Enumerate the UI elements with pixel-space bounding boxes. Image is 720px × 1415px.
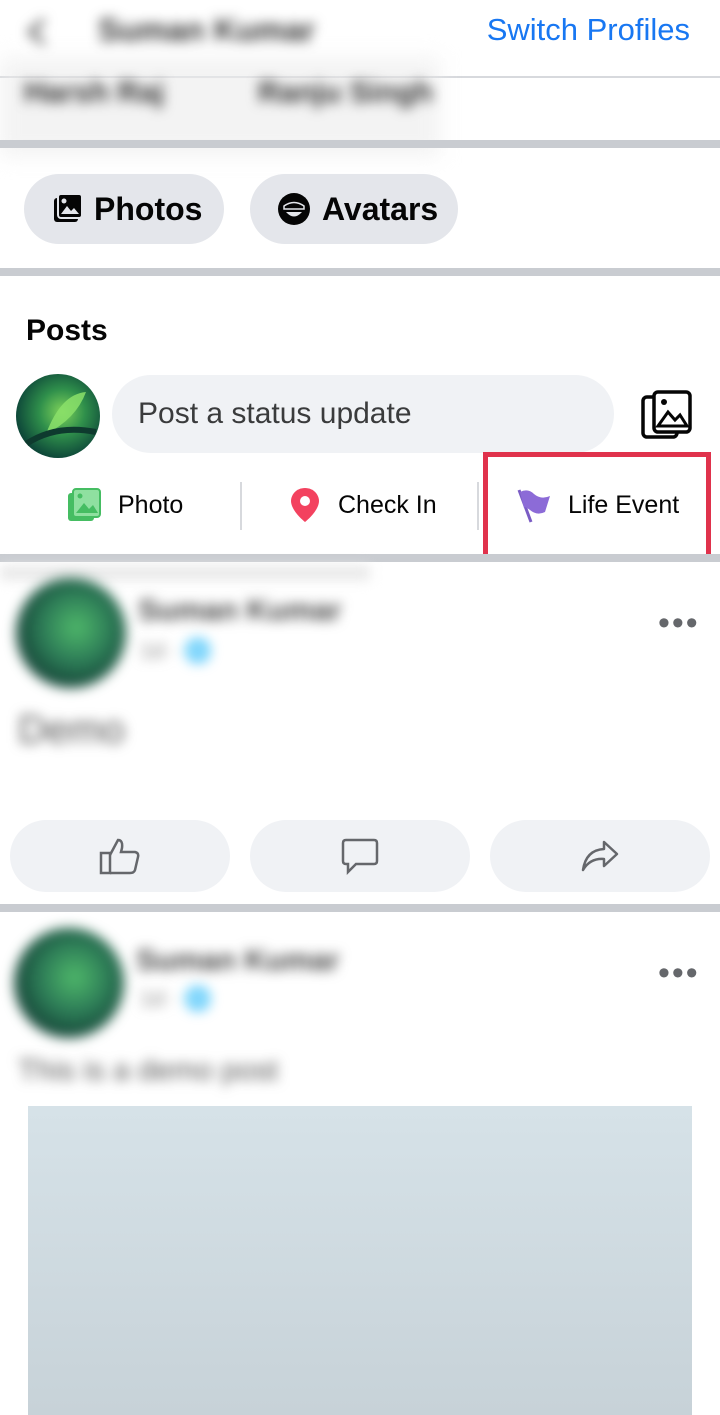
post-author-avatar[interactable]	[14, 928, 124, 1038]
post-author-avatar[interactable]	[16, 578, 126, 688]
post-meta: 1d · 🌐	[140, 638, 212, 663]
section-divider	[0, 554, 720, 562]
switch-profiles-link[interactable]: Switch Profiles	[487, 12, 690, 48]
photo-action-label: Photo	[118, 490, 184, 519]
section-divider	[0, 268, 720, 276]
check-in-action[interactable]: Check In	[288, 480, 437, 530]
more-options-icon[interactable]: •••	[658, 954, 700, 993]
avatars-chip-label: Avatars	[322, 190, 439, 227]
section-divider	[0, 904, 720, 912]
post-text: Demo	[18, 708, 125, 752]
gallery-icon[interactable]	[640, 388, 694, 442]
avatars-chip[interactable]: Avatars	[250, 174, 458, 244]
check-in-label: Check In	[338, 490, 437, 519]
like-button[interactable]	[10, 820, 230, 892]
comment-icon	[341, 838, 379, 876]
photos-chip-label: Photos	[94, 190, 203, 227]
share-button[interactable]	[490, 820, 710, 892]
post-author-name[interactable]: Suman Kumar	[136, 944, 339, 978]
avatar-face-icon	[278, 193, 310, 225]
action-separator	[477, 482, 479, 530]
share-icon	[581, 840, 619, 872]
highlight-box	[483, 452, 711, 560]
comment-button[interactable]	[250, 820, 470, 892]
user-avatar[interactable]	[16, 374, 100, 458]
post-author-name[interactable]: Suman Kumar	[138, 594, 341, 628]
action-separator	[240, 482, 242, 530]
post-text: This is a demo post	[18, 1054, 279, 1087]
friend-name-1[interactable]: Harsh Raj	[24, 76, 164, 110]
post-meta: 1d · 🌐	[140, 986, 212, 1011]
profile-name: Suman Kumar	[98, 12, 315, 48]
back-arrow-icon[interactable]	[18, 12, 58, 52]
posts-heading: Posts	[26, 314, 108, 347]
more-options-icon[interactable]: •••	[658, 604, 700, 643]
post-image[interactable]	[28, 1106, 692, 1415]
photo-action[interactable]: Photo	[66, 480, 183, 530]
friend-name-2[interactable]: Ranju Singh	[258, 76, 433, 110]
thumbs-up-icon	[99, 838, 140, 875]
location-pin-icon	[291, 488, 319, 522]
section-divider	[0, 140, 720, 148]
photos-icon	[54, 193, 83, 222]
status-update-input[interactable]: Post a status update	[112, 375, 614, 453]
blur-band	[0, 566, 370, 580]
photo-icon	[68, 488, 101, 521]
photos-chip[interactable]: Photos	[24, 174, 224, 244]
